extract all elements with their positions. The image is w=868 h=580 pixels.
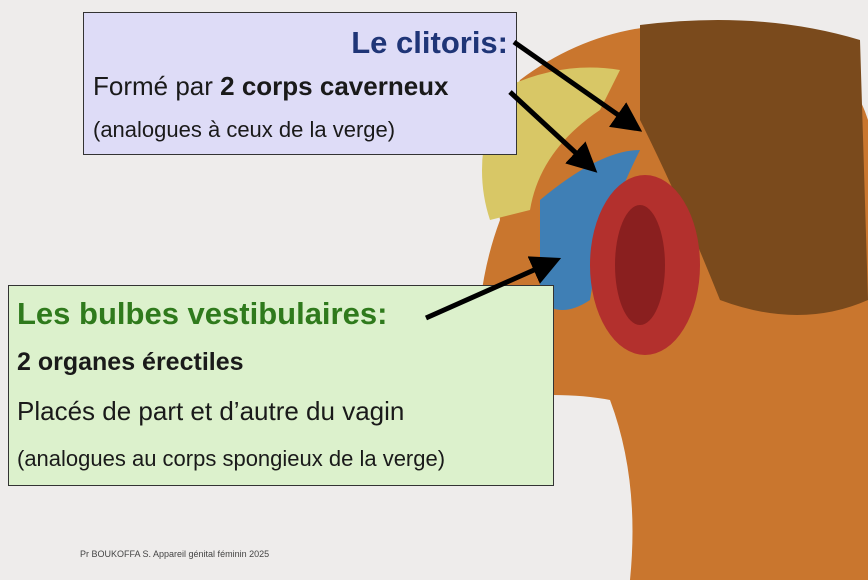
clitoris-title: Le clitoris: bbox=[351, 25, 508, 60]
bulbes-line2: Placés de part et d’autre du vagin bbox=[17, 396, 405, 426]
footer-credit: Pr BOUKOFFA S. Appareil génital féminin … bbox=[80, 549, 270, 559]
bulbes-title: Les bulbes vestibulaires: bbox=[17, 296, 388, 331]
bulbes-line1: 2 organes érectiles bbox=[17, 348, 244, 376]
clitoris-line1: Formé par 2 corps caverneux bbox=[93, 71, 449, 102]
clitoris-line2: (analogues à ceux de la verge) bbox=[93, 117, 396, 142]
bulbes-info-box: Les bulbes vestibulaires: 2 organes érec… bbox=[8, 285, 554, 486]
bulbes-line3: (analogues au corps spongieux de la verg… bbox=[17, 446, 446, 471]
line1-bold: 2 corps caverneux bbox=[220, 71, 449, 101]
line1-prefix: Formé par bbox=[93, 71, 221, 101]
clitoris-info-box: Le clitoris: Formé par 2 corps caverneux… bbox=[83, 12, 517, 155]
